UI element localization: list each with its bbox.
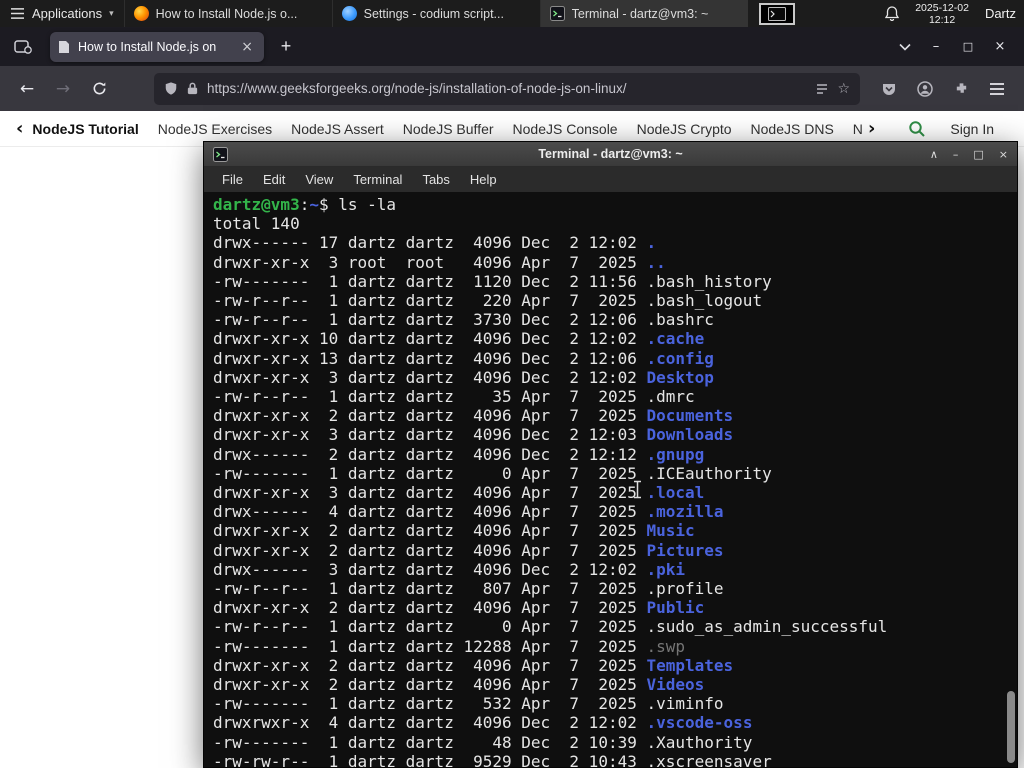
terminal-close-icon[interactable]: × — [999, 149, 1008, 160]
applications-menu[interactable]: Applications ▾ — [0, 0, 124, 27]
menu-file[interactable]: File — [212, 172, 253, 187]
applications-label: Applications — [32, 6, 103, 21]
notifications-bell-icon[interactable] — [885, 6, 900, 21]
panel-tray: 2025-12-02 12:12 Dartz — [759, 0, 1024, 27]
tab-title: How to Install Node.js on — [78, 39, 217, 54]
site-nav-item-console[interactable]: NodeJS Console — [513, 121, 618, 137]
menu-tabs[interactable]: Tabs — [412, 172, 459, 187]
site-nav-item-assert[interactable]: NodeJS Assert — [291, 121, 384, 137]
new-tab-button[interactable]: + — [272, 33, 300, 61]
tab-favicon — [58, 40, 70, 54]
taskbar-button-label: How to Install Node.js o... — [155, 6, 298, 21]
site-nav-chevron-right-icon[interactable]: › — [868, 118, 875, 139]
navigation-toolbar: ← → https://www.geeksforgeeks.org/node-j… — [0, 66, 1024, 111]
tab-close-icon[interactable]: × — [238, 39, 256, 55]
account-icon[interactable] — [908, 74, 942, 104]
site-nav-item-tutorial[interactable]: NodeJS Tutorial — [32, 121, 138, 137]
terminal-scrollbar[interactable] — [1007, 691, 1015, 763]
site-nav-chevron-left-icon[interactable]: ‹ — [16, 118, 23, 139]
bookmark-star-icon[interactable]: ☆ — [837, 81, 850, 97]
terminal-shade-icon[interactable]: ∧ — [930, 149, 938, 160]
sign-in-button[interactable]: Sign In — [950, 121, 994, 137]
site-nav-item-buffer[interactable]: NodeJS Buffer — [403, 121, 494, 137]
applications-icon — [10, 7, 25, 20]
terminal-menubar: File Edit View Terminal Tabs Help — [204, 167, 1017, 192]
clock-time: 12:12 — [928, 13, 956, 26]
terminal-window-title: Terminal - dartz@vm3: ~ — [538, 147, 683, 161]
clock-date: 2025-12-02 — [915, 1, 969, 14]
site-nav-right: › Sign In — [861, 118, 1024, 139]
firefox-icon — [133, 6, 149, 21]
menu-terminal[interactable]: Terminal — [343, 172, 412, 187]
taskbar-button-label: Terminal - dartz@vm3: ~ — [571, 6, 709, 21]
pocket-icon[interactable] — [872, 74, 906, 104]
window-maximize-button[interactable]: □ — [952, 32, 984, 62]
site-nav-item-dns[interactable]: NodeJS DNS — [751, 121, 834, 137]
desktop: Applications ▾ How to Install Node.js o.… — [0, 0, 1024, 768]
panel-clock[interactable]: 2025-12-02 12:12 — [915, 2, 969, 26]
applications-caret-icon: ▾ — [109, 8, 114, 19]
settings-app-icon — [341, 6, 357, 21]
tray-terminal-icon[interactable] — [759, 2, 796, 25]
browser-tab[interactable]: How to Install Node.js on × — [50, 31, 264, 62]
lock-icon[interactable] — [186, 81, 199, 96]
terminal-output: dartz@vm3:~$ ls -la total 140 drwx------ 1… — [213, 195, 888, 767]
reload-button[interactable] — [82, 74, 116, 104]
tab-bar: How to Install Node.js on × + – □ × — [0, 27, 1024, 66]
taskbar-button-terminal[interactable]: Terminal - dartz@vm3: ~ — [539, 0, 748, 27]
terminal-titlebar-icon — [213, 146, 228, 162]
terminal-minimize-icon[interactable]: – — [953, 149, 959, 160]
taskbar-button-settings[interactable]: Settings - codium script... — [331, 0, 540, 27]
mouse-ibeam-cursor — [632, 480, 643, 499]
list-all-tabs-icon[interactable] — [890, 33, 920, 61]
taskbar-button-label: Settings - codium script... — [363, 6, 504, 21]
url-text[interactable]: https://www.geeksforgeeks.org/node-js/in… — [207, 81, 807, 96]
terminal-window-controls: ∧ – □ × — [930, 149, 1008, 160]
tracking-shield-icon[interactable] — [164, 81, 178, 96]
site-nav-items: NodeJS Tutorial NodeJS Exercises NodeJS … — [32, 121, 862, 137]
session-user-label[interactable]: Dartz — [985, 6, 1018, 21]
site-search-icon[interactable] — [908, 120, 926, 138]
url-bar[interactable]: https://www.geeksforgeeks.org/node-js/in… — [154, 72, 860, 105]
reader-mode-icon[interactable] — [815, 82, 829, 96]
terminal-body[interactable]: dartz@vm3:~$ ls -la total 140 drwx------ 1… — [204, 192, 1017, 767]
menu-view[interactable]: View — [295, 172, 343, 187]
site-nav-item-exercises[interactable]: NodeJS Exercises — [158, 121, 272, 137]
site-nav-item-truncated[interactable]: Node — [853, 121, 862, 137]
taskbar-button-firefox[interactable]: How to Install Node.js o... — [123, 0, 332, 27]
window-close-button[interactable]: × — [984, 32, 1016, 62]
menu-edit[interactable]: Edit — [253, 172, 295, 187]
top-panel: Applications ▾ How to Install Node.js o.… — [0, 0, 1024, 27]
terminal-window: Terminal - dartz@vm3: ~ ∧ – □ × File Edi… — [203, 141, 1018, 768]
window-minimize-button[interactable]: – — [920, 32, 952, 62]
back-button[interactable]: ← — [10, 74, 44, 104]
menu-hamburger-icon[interactable] — [980, 74, 1014, 104]
site-nav-item-crypto[interactable]: NodeJS Crypto — [637, 121, 732, 137]
menu-help[interactable]: Help — [460, 172, 507, 187]
forward-button[interactable]: → — [46, 74, 80, 104]
extensions-icon[interactable] — [944, 74, 978, 104]
terminal-titlebar[interactable]: Terminal - dartz@vm3: ~ ∧ – □ × — [204, 142, 1017, 167]
terminal-app-icon — [549, 6, 565, 21]
terminal-maximize-icon[interactable]: □ — [973, 149, 983, 160]
firefox-view-icon[interactable] — [8, 33, 38, 61]
